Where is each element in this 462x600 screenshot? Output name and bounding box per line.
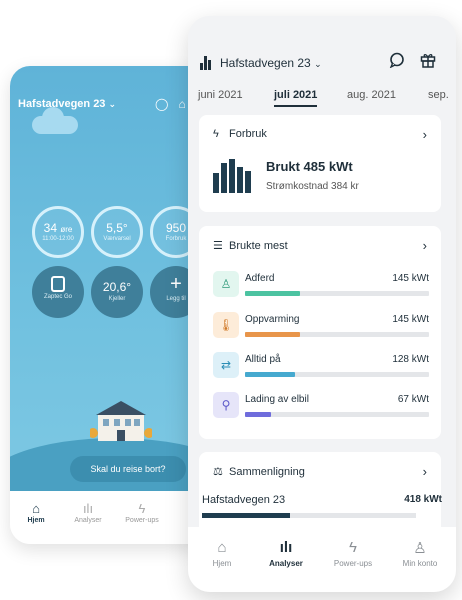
home-tab-hjem[interactable]: ⌂ Hjem bbox=[16, 501, 56, 524]
price-dial[interactable]: 34 øre 11:00-12:00 bbox=[32, 206, 84, 258]
usage-bar-fill bbox=[245, 412, 271, 417]
month-selector: juni 2021 juli 2021 aug. 2021 sep. bbox=[188, 89, 456, 111]
comparison-name: Hafstadvegen 23 bbox=[202, 494, 286, 506]
thermometer-icon: 🌡 bbox=[213, 312, 239, 338]
analysis-screen-phone: Hafstadvegen 23 ⌄ juni 2021 juli 2021 au… bbox=[188, 16, 456, 592]
basement-temperature[interactable]: 20,6° Kjeller bbox=[91, 266, 143, 318]
usage-label: Adferd bbox=[245, 273, 275, 284]
most-used-card-header: ☰ Brukte mest bbox=[213, 240, 288, 252]
cloud-illustration bbox=[32, 107, 78, 134]
usage-value: 145 kWt bbox=[392, 314, 429, 325]
home-tab-bar: ⌂Hjem ılıAnalyser ϟPower-ups M bbox=[10, 491, 210, 544]
tab-analyser[interactable]: ılı Analyser bbox=[256, 539, 316, 568]
chevron-right-icon[interactable]: › bbox=[423, 127, 427, 142]
analysis-header: Hafstadvegen 23 ⌄ juni 2021 juli 2021 au… bbox=[188, 16, 456, 112]
usage-bar-track bbox=[245, 412, 429, 417]
usage-row[interactable]: 🌡 Oppvarming 145 kWt bbox=[213, 312, 429, 342]
house-illustration bbox=[90, 401, 152, 441]
usage-row[interactable]: ⚲ Lading av elbil 67 kWt bbox=[213, 392, 429, 422]
tab-power-ups[interactable]: ϟ Power-ups bbox=[323, 539, 383, 568]
usage-label: Lading av elbil bbox=[245, 394, 309, 405]
home-screen-phone: Hafstadvegen 23 ⌄ ◯ ⌂ 34 øre 11:00-12:00 … bbox=[10, 66, 210, 544]
usage-bar-track bbox=[245, 332, 429, 337]
chart-icon: ılı bbox=[279, 539, 293, 556]
usage-value: 128 kWt bbox=[392, 354, 429, 365]
trip-button[interactable]: Skal du reise bort? bbox=[70, 456, 186, 482]
bolt-icon: ϟ bbox=[349, 539, 357, 556]
weather-dial[interactable]: 5,5° Værvarsel bbox=[91, 206, 143, 258]
comparison-bar-fill bbox=[202, 513, 290, 518]
tab-min-konto[interactable]: ♙ Min konto bbox=[390, 539, 450, 568]
usage-bar-fill bbox=[245, 332, 301, 337]
consumption-card-header: ϟ Forbruk bbox=[213, 128, 267, 140]
month-tab[interactable]: aug. 2021 bbox=[347, 89, 396, 101]
home-icon: ⌂ bbox=[32, 501, 40, 516]
usage-bars-icon bbox=[213, 159, 255, 193]
consumption-card[interactable]: ϟ Forbruk › Brukt 485 kWt Strømkostnad 38… bbox=[199, 115, 441, 212]
home-tab-analyser[interactable]: ılı Analyser bbox=[68, 501, 108, 524]
bottom-tab-bar: ⌂ Hjem ılı Analyser ϟ Power-ups ♙ Min konto bbox=[188, 527, 456, 592]
chart-icon: ılı bbox=[82, 501, 94, 516]
comparison-bar-track bbox=[202, 513, 416, 518]
usage-row[interactable]: ♙ Adferd 145 kWt bbox=[213, 271, 429, 301]
ebike-icon: ⚲ bbox=[213, 392, 239, 418]
usage-bar-fill bbox=[245, 372, 295, 377]
chat-icon[interactable]: ◯ bbox=[155, 97, 168, 111]
gift-icon[interactable]: ⌂ bbox=[178, 97, 185, 111]
usage-label: Oppvarming bbox=[245, 314, 300, 325]
address-selector[interactable]: Hafstadvegen 23 ⌄ bbox=[220, 56, 322, 70]
month-tab-active[interactable]: juli 2021 bbox=[274, 89, 318, 107]
bars-icon bbox=[200, 56, 212, 70]
user-icon: ♙ bbox=[413, 540, 427, 557]
charger-icon bbox=[51, 276, 65, 292]
comparison-card-header: ⚖ Sammenligning bbox=[213, 466, 305, 478]
usage-bar-fill bbox=[245, 291, 301, 296]
chevron-right-icon[interactable]: › bbox=[423, 238, 427, 253]
scale-icon: ⚖ bbox=[213, 466, 223, 478]
month-tab[interactable]: juni 2021 bbox=[198, 89, 243, 101]
home-tab-powerups[interactable]: ϟ Power-ups bbox=[122, 501, 162, 524]
charger-device[interactable]: Zaptec Go bbox=[32, 266, 84, 318]
usage-value: 145 kWt bbox=[392, 273, 429, 284]
gift-icon[interactable] bbox=[420, 52, 436, 73]
home-icon: ⌂ bbox=[217, 539, 227, 556]
usage-row[interactable]: ⇄ Alltid på 128 kWt bbox=[213, 352, 429, 382]
tab-hjem[interactable]: ⌂ Hjem bbox=[192, 539, 252, 568]
usage-label: Alltid på bbox=[245, 354, 281, 365]
usage-bar-track bbox=[245, 291, 429, 296]
month-tab[interactable]: sep. bbox=[428, 89, 449, 101]
chat-icon[interactable] bbox=[389, 52, 405, 73]
consumption-total: Brukt 485 kWt bbox=[266, 159, 353, 174]
home-address-title[interactable]: Hafstadvegen 23 ⌄ bbox=[18, 98, 116, 110]
usage-bar-track bbox=[245, 372, 429, 377]
consumption-cost: Strømkostnad 384 kr bbox=[266, 181, 359, 192]
chevron-right-icon[interactable]: › bbox=[423, 464, 427, 479]
most-used-card[interactable]: ☰ Brukte mest › ♙ Adferd 145 kWt 🌡 Oppvar… bbox=[199, 226, 441, 439]
comparison-value: 418 kWt bbox=[404, 494, 442, 505]
list-icon: ☰ bbox=[213, 240, 223, 252]
bolt-icon: ϟ bbox=[138, 501, 146, 516]
person-icon: ♙ bbox=[213, 271, 239, 297]
usage-value: 67 kWt bbox=[397, 394, 429, 405]
lightning-icon: ϟ bbox=[213, 128, 219, 140]
repeat-icon: ⇄ bbox=[213, 352, 239, 378]
screenshot-stage: Hafstadvegen 23 ⌄ ◯ ⌂ 34 øre 11:00-12:00 … bbox=[0, 0, 462, 600]
